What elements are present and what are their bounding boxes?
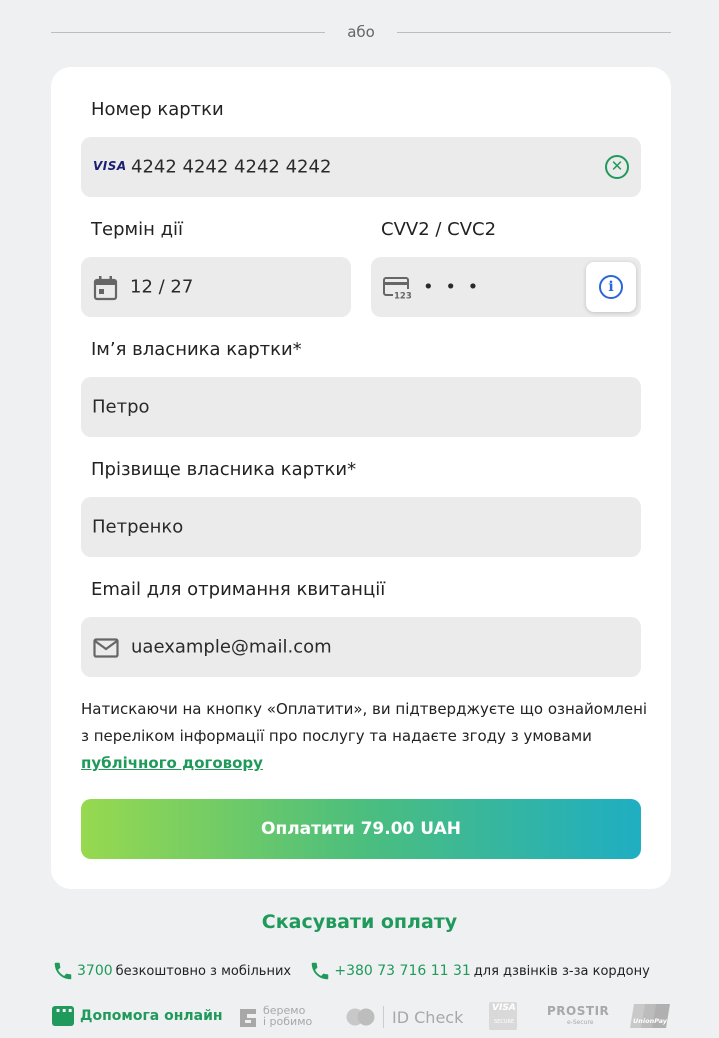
expiry-field[interactable]: 12 / 27	[81, 257, 351, 317]
phone-icon	[52, 960, 74, 982]
cvv-value: • • •	[423, 276, 482, 298]
email-value: uaexample@mail.com	[131, 636, 332, 658]
payment-form-card: Номер картки VISA 4242 4242 4242 4242 ✕ …	[51, 67, 671, 889]
divider-line-right	[397, 32, 671, 33]
card-cvv-icon: 123	[383, 275, 413, 302]
prostir-logo: PROSTIR e-Secure	[547, 1004, 610, 1026]
beremo-line2: і робимо	[263, 1015, 313, 1028]
id-check-text: ID Check	[392, 1008, 464, 1027]
cvv-info-button[interactable]: i	[586, 262, 636, 312]
visa-secure-text: VISA	[492, 1003, 516, 1013]
cvv-label: CVV2 / CVC2	[381, 219, 497, 240]
info-icon: i	[599, 275, 623, 299]
terms-notice: Натискаючи на кнопку «Оплатити», ви підт…	[81, 696, 651, 777]
pay-button[interactable]: Оплатити 79.00 UAH	[81, 799, 641, 859]
unionpay-logo: UnionPay	[629, 1003, 671, 1029]
last-name-value: Петренко	[92, 516, 184, 538]
contacts-row: 3700 безкоштовно з мобільних +380 73 716 …	[52, 960, 650, 982]
unionpay-text: UnionPay	[633, 1017, 667, 1025]
prostir-sub: e-Secure	[567, 1019, 594, 1026]
card-number-label: Номер картки	[91, 99, 224, 120]
visa-secure-sub: SECURE	[494, 1019, 515, 1025]
mail-icon	[93, 635, 119, 661]
contact-number-abroad[interactable]: +380 73 716 11 31	[334, 963, 470, 979]
email-field[interactable]: uaexample@mail.com	[81, 617, 641, 677]
contact-number-local[interactable]: 3700	[77, 963, 113, 979]
visa-icon: VISA	[93, 159, 127, 173]
contact-desc-local: безкоштовно з мобільних	[115, 963, 292, 979]
online-help-link[interactable]: Допомога онлайн	[52, 1001, 223, 1026]
cancel-payment-link[interactable]: Скасувати оплату	[0, 911, 719, 933]
or-divider: або	[51, 22, 671, 42]
expiry-value: 12 / 27	[130, 276, 194, 298]
card-number-field[interactable]: VISA 4242 4242 4242 4242 ✕	[81, 137, 641, 197]
cvv-icon-text: 123	[394, 292, 412, 302]
chat-icon	[52, 1001, 74, 1026]
terms-notice-text: Натискаючи на кнопку «Оплатити», ви підт…	[81, 700, 648, 745]
email-label: Email для отримання квитанції	[91, 579, 386, 600]
visa-secure-logo: VISA SECURE	[489, 1002, 517, 1030]
clear-icon[interactable]: ✕	[605, 155, 629, 179]
contact-desc-abroad: для дзвінків з-за кордону	[473, 963, 650, 979]
card-number-value: 4242 4242 4242 4242	[131, 156, 332, 178]
expiry-label: Термін дії	[91, 219, 184, 240]
last-name-field[interactable]: Петренко	[81, 497, 641, 557]
prostir-text: PROSTIR	[547, 1004, 610, 1018]
first-name-value: Петро	[92, 396, 150, 418]
first-name-label: Ім’я власника картки*	[91, 339, 302, 360]
online-help-label: Допомога онлайн	[80, 1008, 223, 1024]
public-contract-link[interactable]: публічного договору	[81, 754, 263, 772]
last-name-label: Прізвище власника картки*	[91, 459, 357, 480]
first-name-field[interactable]: Петро	[81, 377, 641, 437]
calendar-icon	[93, 275, 119, 301]
cvv-field[interactable]: 123 • • • i	[371, 257, 641, 317]
phone-icon	[309, 960, 331, 982]
